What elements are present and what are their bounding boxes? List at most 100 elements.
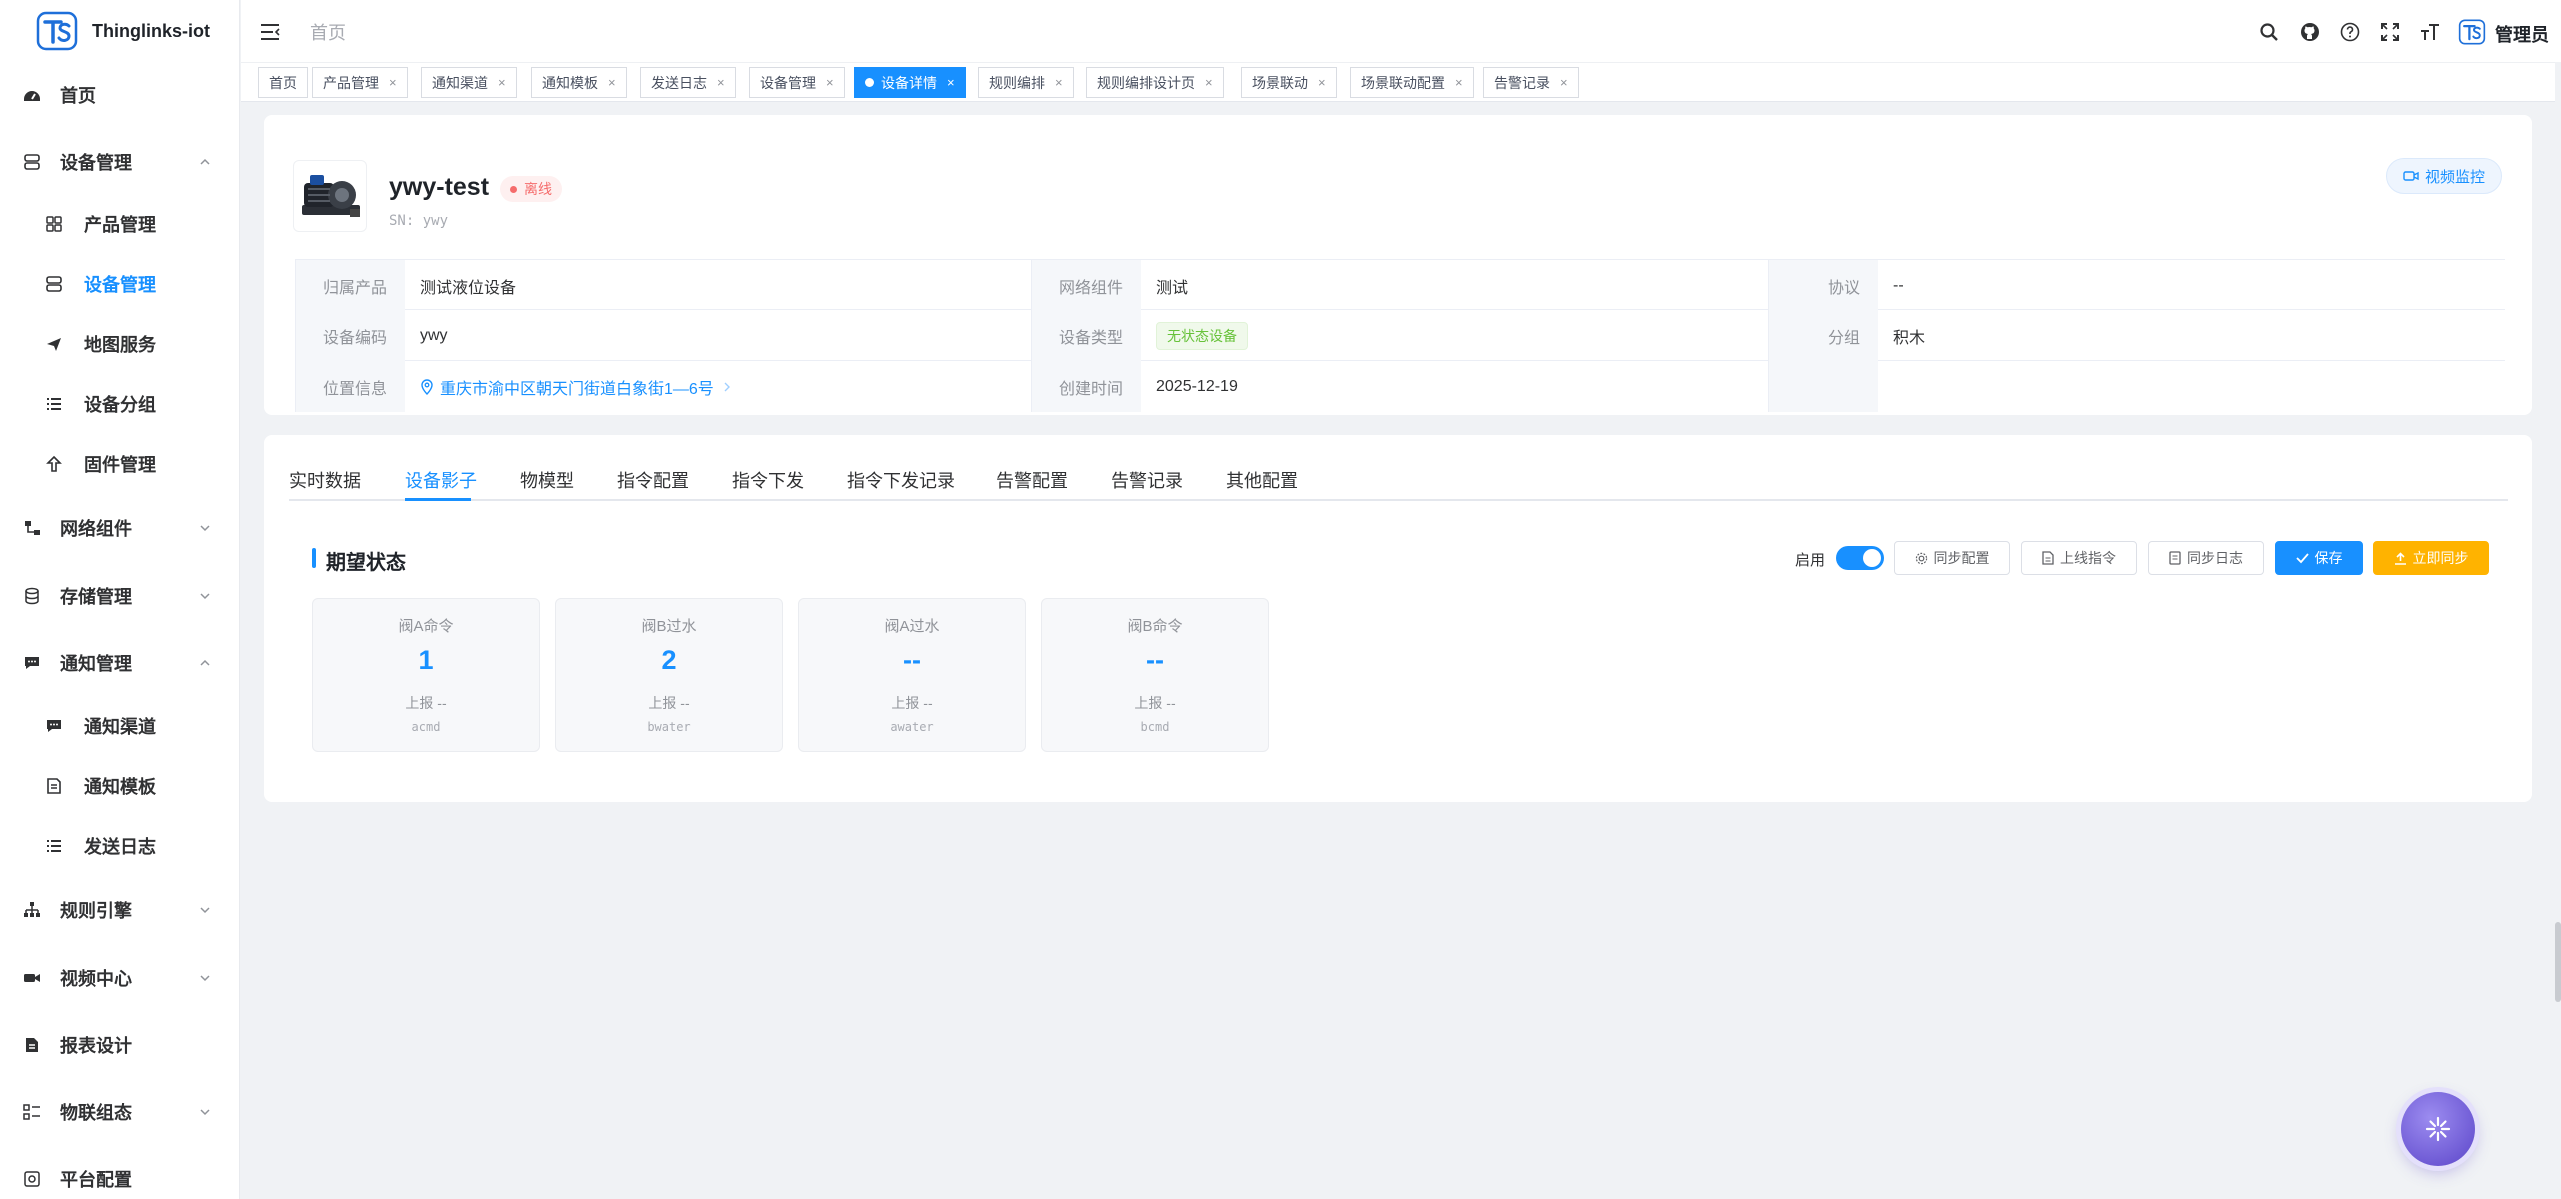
scrollbar-thumb[interactable] <box>2555 922 2561 1002</box>
sidebar-item-groups[interactable]: 设备分组 <box>0 384 240 424</box>
sync-now-button[interactable]: 立即同步 <box>2373 541 2489 575</box>
sidebar-item-storage[interactable]: 存储管理 <box>0 576 240 616</box>
sidebar-item-products[interactable]: 产品管理 <box>0 204 240 244</box>
sidebar-item-send-log[interactable]: 发送日志 <box>0 826 240 866</box>
list-icon <box>44 836 64 856</box>
font-size-icon[interactable] <box>2419 21 2441 43</box>
chevron-up-icon <box>200 158 210 165</box>
menu-fold-icon[interactable] <box>259 21 281 43</box>
table-divider <box>1768 259 1769 412</box>
property-card-bcmd[interactable]: 阀B命令 -- 上报 -- bcmd <box>1041 598 1269 752</box>
assistant-fab-button[interactable] <box>2401 1092 2475 1166</box>
app-logo[interactable]: Thinglinks-iot <box>0 0 239 62</box>
close-icon[interactable]: × <box>1560 75 1568 90</box>
fullscreen-icon[interactable] <box>2379 21 2401 43</box>
video-monitor-button[interactable]: 视频监控 <box>2385 158 2502 194</box>
location-link[interactable]: 重庆市渝中区朝天门街道白象街1—6号 <box>420 375 732 399</box>
sidebar-item-iot-config[interactable]: 物联组态 <box>0 1092 240 1132</box>
property-card-awater[interactable]: 阀A过水 -- 上报 -- awater <box>798 598 1026 752</box>
tab-channels[interactable]: 通知渠道 × <box>421 67 517 98</box>
close-icon[interactable]: × <box>947 75 955 90</box>
tab-scenes[interactable]: 场景联动 × <box>1241 67 1337 98</box>
enable-label: 启用 <box>1795 552 1826 569</box>
tab-device-detail[interactable]: 设备详情 × <box>854 67 966 98</box>
enable-toggle[interactable] <box>1836 546 1884 570</box>
tab-device-shadow[interactable]: 设备影子 <box>405 467 477 493</box>
sync-log-button[interactable]: 同步日志 <box>2148 541 2264 575</box>
tab-command-config[interactable]: 指令配置 <box>617 467 689 493</box>
avatar[interactable] <box>2457 19 2487 45</box>
property-card-bwater[interactable]: 阀B过水 2 上报 -- bwater <box>555 598 783 752</box>
tab-command-send-log[interactable]: 指令下发记录 <box>847 467 955 493</box>
empty-label-cell <box>1768 361 1878 412</box>
close-icon[interactable]: × <box>717 75 725 90</box>
sidebar-item-map[interactable]: 地图服务 <box>0 324 240 364</box>
tab-rules[interactable]: 规则编排 × <box>978 67 1074 98</box>
config-icon <box>22 1102 42 1122</box>
tab-scene-config[interactable]: 场景联动配置 × <box>1350 67 1474 98</box>
sidebar-item-platform[interactable]: 平台配置 <box>0 1159 240 1199</box>
help-icon[interactable] <box>2339 21 2361 43</box>
tab-realtime-data[interactable]: 实时数据 <box>289 467 361 493</box>
sidebar-item-templates[interactable]: 通知模板 <box>0 766 240 806</box>
close-icon[interactable]: × <box>1318 75 1326 90</box>
product-value: 测试液位设备 <box>420 279 517 297</box>
tab-devices[interactable]: 设备管理 × <box>749 67 845 98</box>
code-value: ywy <box>420 326 448 344</box>
tab-alarm-log[interactable]: 告警记录 × <box>1483 67 1579 98</box>
grid-icon <box>44 214 64 234</box>
section-accent-bar <box>312 548 316 568</box>
info-row: 位置信息 重庆市渝中区朝天门街道白象街1—6号 创建时间 2025-12-19 <box>295 361 2505 412</box>
close-icon[interactable]: × <box>1455 75 1463 90</box>
sidebar-item-report[interactable]: 报表设计 <box>0 1025 240 1065</box>
main-area: 首页 管理员 首页 产品管理 × 通知渠道 × 通知模板 × 发送日志 × 设备管理 × … <box>241 0 2561 1199</box>
sidebar-item-channels[interactable]: 通知渠道 <box>0 706 240 746</box>
table-border <box>295 259 296 412</box>
online-command-button[interactable]: 上线指令 <box>2021 541 2137 575</box>
close-icon[interactable]: × <box>498 75 506 90</box>
group-value: 积木 <box>1893 329 1926 347</box>
github-icon[interactable] <box>2299 21 2321 43</box>
device-type-tag: 无状态设备 <box>1156 321 1248 350</box>
scrollbar[interactable] <box>2555 62 2561 1199</box>
sidebar-item-device-mgmt[interactable]: 设备管理 <box>0 142 240 182</box>
tab-products[interactable]: 产品管理 × <box>312 67 408 98</box>
close-icon[interactable]: × <box>826 75 834 90</box>
network-value: 测试 <box>1156 279 1189 297</box>
location-value: 重庆市渝中区朝天门街道白象街1—6号 <box>420 361 732 412</box>
sidebar-item-devices[interactable]: 设备管理 <box>0 264 240 304</box>
sidebar-item-rules[interactable]: 规则引擎 <box>0 890 240 930</box>
tab-templates[interactable]: 通知模板 × <box>531 67 627 98</box>
video-icon <box>22 968 42 988</box>
sidebar-item-video[interactable]: 视频中心 <box>0 958 240 998</box>
sidebar-item-firmware[interactable]: 固件管理 <box>0 444 240 484</box>
save-button[interactable]: 保存 <box>2275 541 2363 575</box>
upload-icon <box>44 454 64 474</box>
breadcrumb[interactable]: 首页 <box>310 19 346 45</box>
sidebar: Thinglinks-iot 首页 设备管理 产品管理 设备管理 地图服务 设备… <box>0 0 240 1199</box>
protocol-value: -- <box>1893 276 1904 294</box>
sidebar-item-network[interactable]: 网络组件 <box>0 508 240 548</box>
sync-config-button[interactable]: 同步配置 <box>1894 541 2010 575</box>
tab-thing-model[interactable]: 物模型 <box>520 467 574 493</box>
network-label: 网络组件 <box>1031 260 1141 311</box>
tab-command-send[interactable]: 指令下发 <box>732 467 804 493</box>
search-icon[interactable] <box>2258 21 2280 43</box>
tab-home[interactable]: 首页 <box>258 67 308 98</box>
close-icon[interactable]: × <box>608 75 616 90</box>
sidebar-item-notify[interactable]: 通知管理 <box>0 643 240 683</box>
tab-alarm-records[interactable]: 告警记录 <box>1111 467 1183 493</box>
tab-send-log[interactable]: 发送日志 × <box>640 67 736 98</box>
close-icon[interactable]: × <box>1205 75 1213 90</box>
tab-alarm-config[interactable]: 告警配置 <box>996 467 1068 493</box>
status-dot-icon <box>510 185 517 193</box>
sidebar-item-home[interactable]: 首页 <box>0 75 240 115</box>
top-bar: 首页 管理员 <box>241 0 2561 62</box>
user-name[interactable]: 管理员 <box>2495 21 2549 47</box>
tab-rule-design[interactable]: 规则编排设计页 × <box>1086 67 1224 98</box>
tab-other-config[interactable]: 其他配置 <box>1226 467 1298 493</box>
property-card-acmd[interactable]: 阀A命令 1 上报 -- acmd <box>312 598 540 752</box>
close-icon[interactable]: × <box>389 75 397 90</box>
info-row: 设备编码 ywy 设备类型 无状态设备 分组 积木 <box>295 310 2505 361</box>
close-icon[interactable]: × <box>1055 75 1063 90</box>
